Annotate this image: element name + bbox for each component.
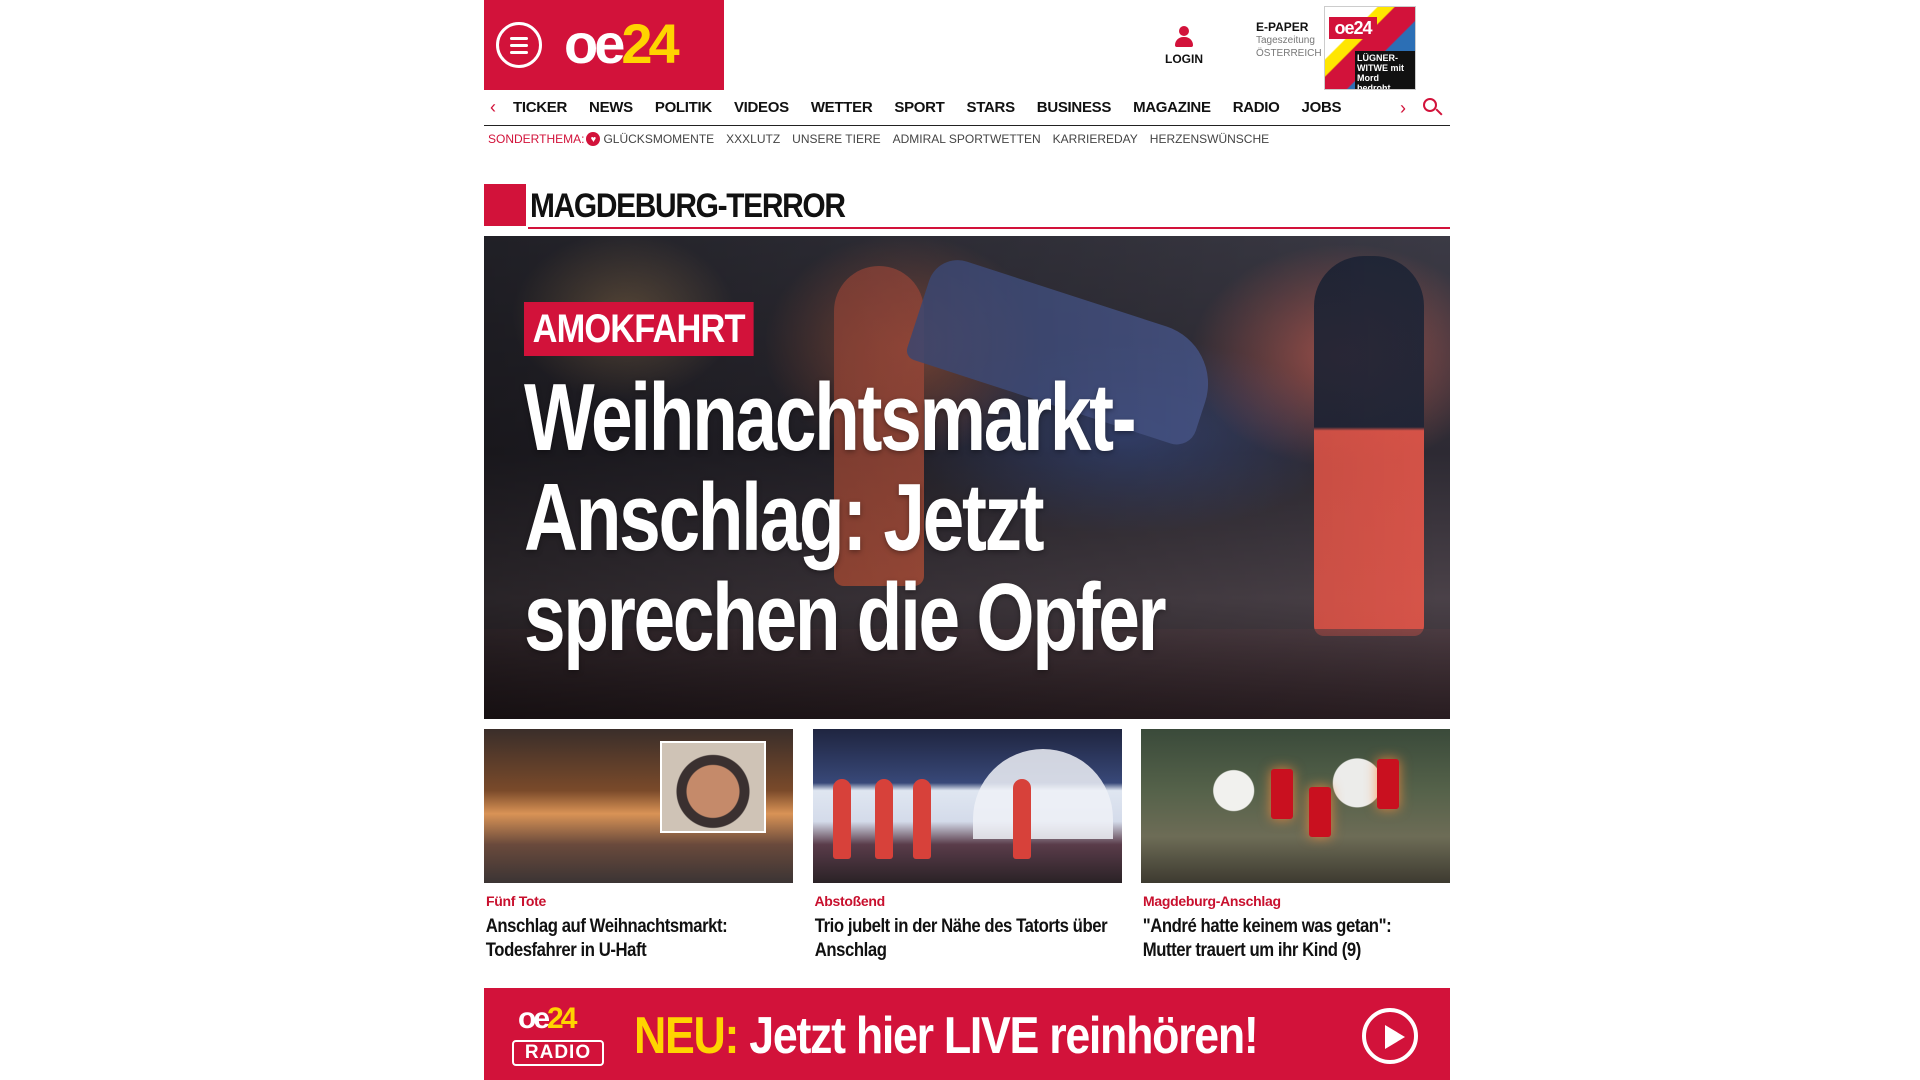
epaper-cover-headline: LÜGNER-WITWE mit Mord bedroht — [1355, 51, 1415, 89]
image-candle — [1377, 759, 1399, 809]
article-card[interactable]: Fünf Tote Anschlag auf Weihnachtsmarkt: … — [484, 729, 793, 963]
special-topic-unsere-tiere[interactable]: UNSERE TIERE — [792, 132, 880, 146]
suspect-photo-inset — [660, 741, 766, 833]
nav-item-stars[interactable]: STARS — [956, 99, 1026, 116]
heart-icon: ♥ — [586, 132, 601, 146]
article-cards: Fünf Tote Anschlag auf Weihnachtsmarkt: … — [484, 729, 1450, 963]
nav-item-politik[interactable]: POLITIK — [644, 99, 723, 116]
nav-scroll-left-icon[interactable]: ‹ — [484, 97, 502, 118]
special-topic-admiral[interactable]: ADMIRAL SPORTWETTEN — [893, 132, 1041, 146]
article-kicker: Magdeburg-Anschlag — [1143, 893, 1281, 909]
special-topic-label: SONDERTHEMA: — [488, 132, 585, 146]
play-icon[interactable] — [1362, 1008, 1418, 1064]
image-figure — [1012, 779, 1031, 859]
radio-banner-text: NEU: Jetzt hier LIVE reinhören! — [634, 1006, 1259, 1066]
epaper-subtitle-1: Tageszeitung — [1256, 35, 1315, 46]
epaper-subtitle-2: ÖSTERREICH — [1256, 48, 1322, 59]
special-topic-xxxlutz[interactable]: XXXLUTZ — [726, 132, 780, 146]
section-accent-bar — [484, 184, 526, 226]
login-button[interactable]: LOGIN — [1164, 26, 1204, 66]
article-title[interactable]: "André hatte keinem was getan": Mutter t… — [1141, 915, 1440, 963]
nav-item-ticker[interactable]: TICKER — [502, 99, 578, 116]
user-icon — [1174, 26, 1194, 48]
section-header: MAGDEBURG-TERROR — [484, 182, 1450, 230]
oe24-logo[interactable]: oe24 — [564, 12, 680, 76]
oe24-radio-logo: oe24 RADIO — [512, 1002, 606, 1068]
nav-item-radio[interactable]: RADIO — [1222, 99, 1291, 116]
special-topic-karriereday[interactable]: KARRIEREDAY — [1053, 132, 1138, 146]
article-title[interactable]: Anschlag auf Weihnachtsmarkt: Todesfahre… — [484, 915, 783, 963]
page: oe24 LOGIN E-PAPER Tageszeitung ÖSTERREI… — [484, 0, 1450, 1080]
hamburger-menu-icon[interactable] — [496, 22, 542, 68]
article-card[interactable]: Abstoßend Trio jubelt in der Nähe des Ta… — [812, 729, 1122, 963]
article-image — [1141, 729, 1450, 883]
radio-new-label: NEU: — [634, 1007, 739, 1065]
nav-item-videos[interactable]: VIDEOS — [723, 99, 800, 116]
hero-headline[interactable]: Weihnachtsmarkt-Anschlag: Jetzt sprechen… — [524, 368, 1210, 668]
hero-article[interactable]: AMOKFAHRT Weihnachtsmarkt-Anschlag: Jetz… — [484, 236, 1450, 719]
article-image — [812, 729, 1122, 883]
nav-item-news[interactable]: NEWS — [578, 99, 644, 116]
section-divider — [528, 227, 1450, 229]
section-title[interactable]: MAGDEBURG-TERROR — [530, 186, 846, 226]
search-icon[interactable] — [1422, 97, 1444, 119]
article-title[interactable]: Trio jubelt in der Nähe des Tatorts über… — [813, 915, 1112, 963]
epaper-cover-image[interactable]: oe24 LÜGNER-WITWE mit Mord bedroht — [1324, 6, 1416, 90]
special-topic-herzenswuensche[interactable]: HERZENSWÜNSCHE — [1150, 132, 1269, 146]
nav-scroll-right-icon[interactable]: › — [1400, 98, 1406, 119]
radio-cta-text: Jetzt hier LIVE reinhören! — [749, 1007, 1258, 1065]
nav-item-jobs[interactable]: JOBS — [1291, 99, 1353, 116]
hero-kicker: AMOKFAHRT — [524, 302, 754, 356]
image-candle — [1309, 787, 1331, 837]
nav-item-magazine[interactable]: MAGAZINE — [1122, 99, 1222, 116]
nav-item-business[interactable]: BUSINESS — [1026, 99, 1122, 116]
epaper-cover-logo: oe24 — [1329, 17, 1377, 39]
site-header: oe24 LOGIN E-PAPER Tageszeitung ÖSTERREI… — [484, 0, 1450, 90]
image-tent — [972, 749, 1113, 839]
image-figure — [874, 779, 893, 859]
radio-live-banner[interactable]: oe24 RADIO NEU: Jetzt hier LIVE reinhöre… — [484, 988, 1450, 1080]
image-figure — [832, 779, 851, 859]
article-kicker: Fünf Tote — [486, 893, 547, 909]
login-label: LOGIN — [1165, 52, 1203, 66]
image-candle — [1271, 769, 1293, 819]
nav-item-wetter[interactable]: WETTER — [800, 99, 884, 116]
radio-logo-label: RADIO — [512, 1040, 604, 1066]
logo-area: oe24 — [484, 0, 724, 90]
image-figure — [912, 779, 931, 859]
nav-item-sport[interactable]: SPORT — [883, 99, 955, 116]
epaper-title: E-PAPER — [1256, 20, 1309, 34]
special-topics-bar: SONDERTHEMA: ♥ GLÜCKSMOMENTE XXXLUTZ UNS… — [484, 126, 1450, 152]
special-topic-gluecksmomente[interactable]: GLÜCKSMOMENTE — [603, 132, 714, 146]
article-card[interactable]: Magdeburg-Anschlag "André hatte keinem w… — [1141, 729, 1450, 963]
main-nav: ‹ TICKER NEWS POLITIK VIDEOS WETTER SPOR… — [484, 90, 1450, 126]
nav-items: TICKER NEWS POLITIK VIDEOS WETTER SPORT … — [502, 99, 1450, 116]
article-image — [484, 729, 793, 883]
epaper-link[interactable]: E-PAPER Tageszeitung ÖSTERREICH — [1256, 20, 1326, 60]
article-kicker: Abstoßend — [814, 893, 886, 909]
radio-logo-oe: oe — [518, 1002, 550, 1035]
radio-logo-24: 24 — [547, 1002, 577, 1035]
